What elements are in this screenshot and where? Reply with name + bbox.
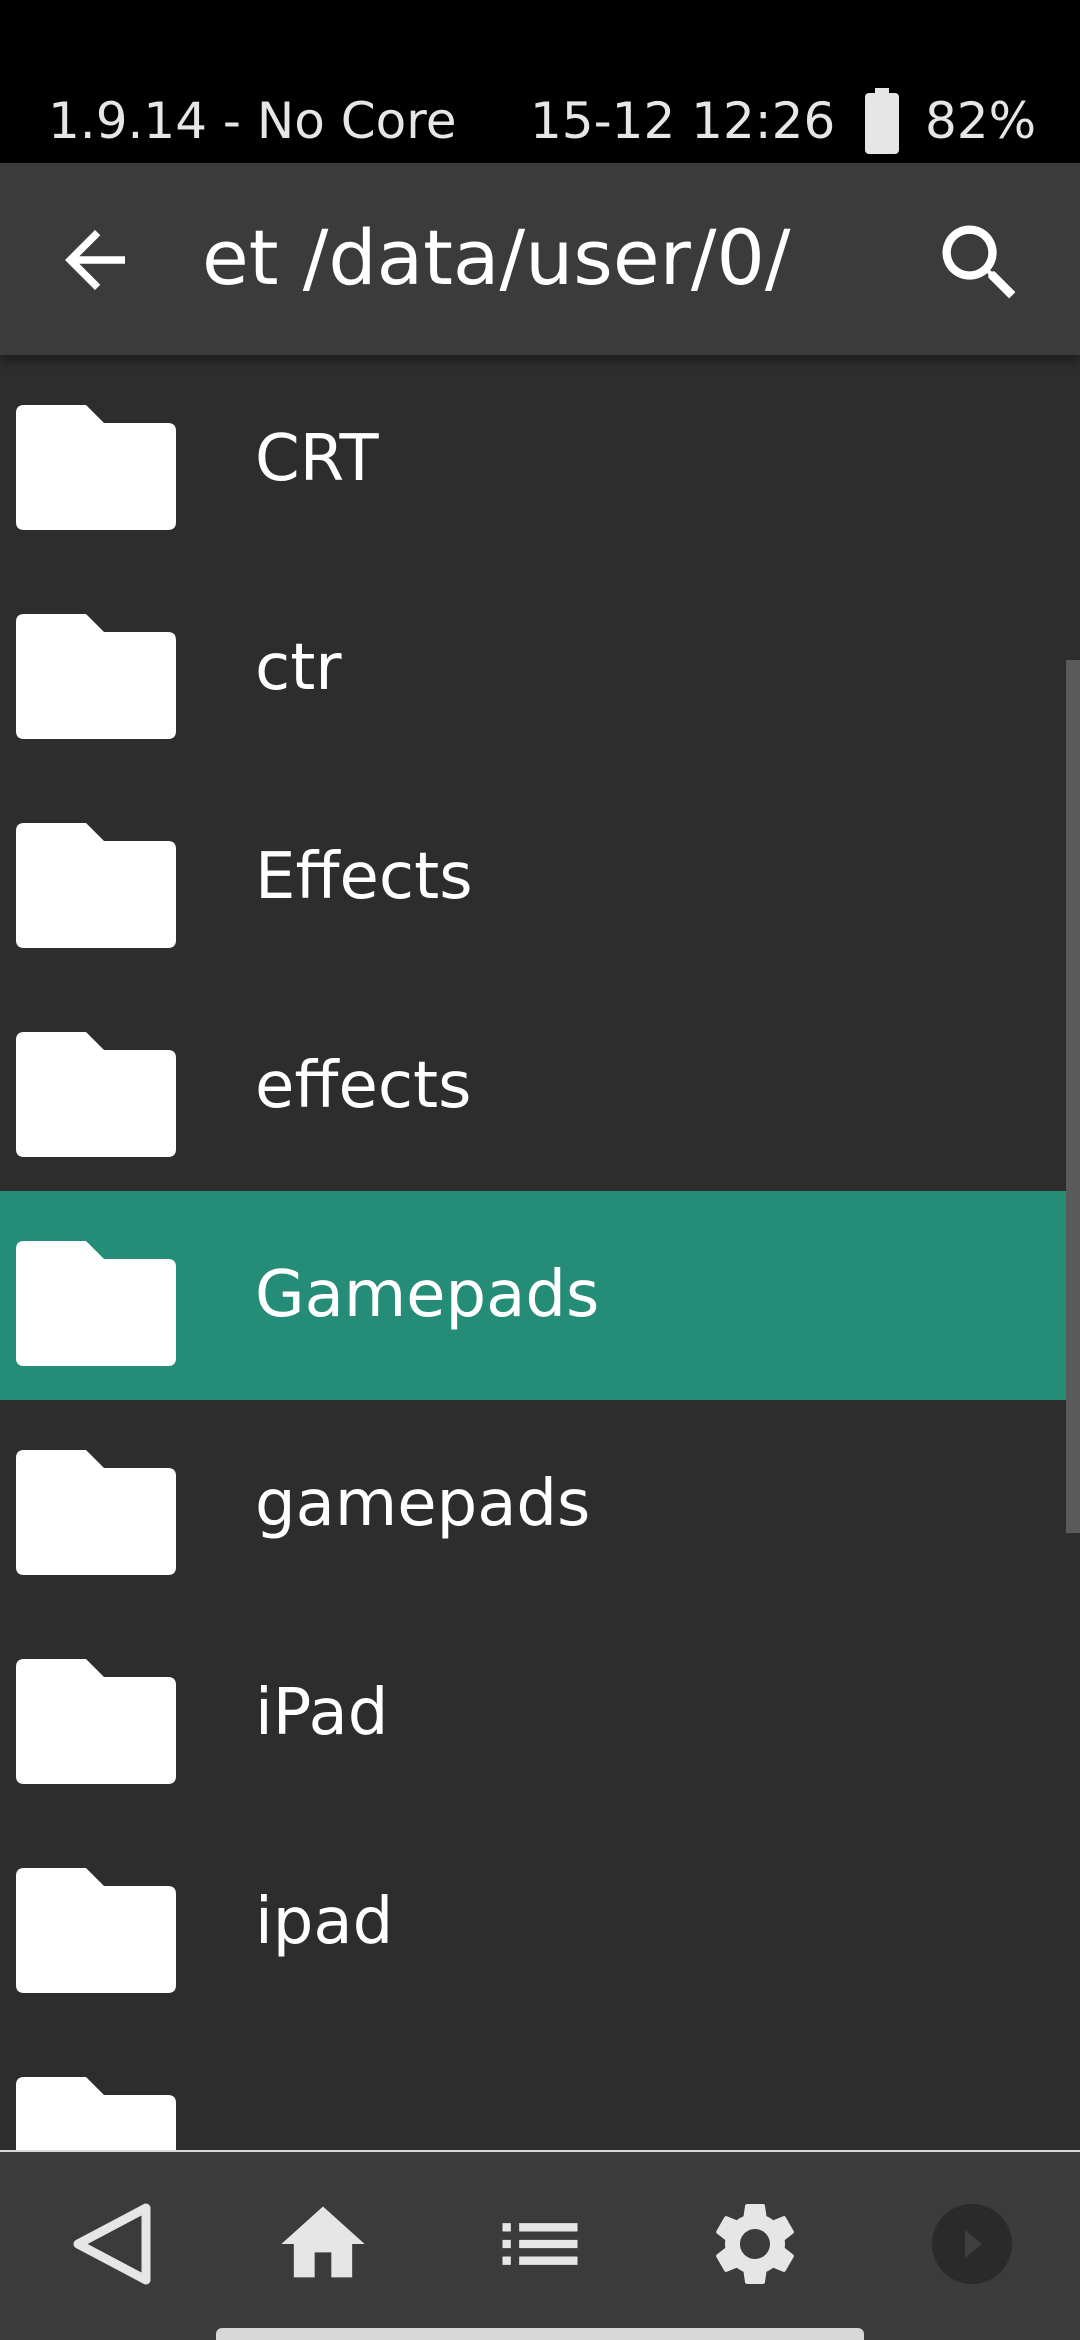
folder-icon xyxy=(16,1241,176,1366)
list-item-partial-bottom[interactable] xyxy=(0,2027,1066,2150)
folder-icon xyxy=(16,1450,176,1575)
folder-icon xyxy=(16,1868,176,1993)
list-item-label: ipad xyxy=(255,1885,394,1959)
list-item-label: Gamepads xyxy=(255,1258,600,1332)
list-item-ipad-lower[interactable]: ipad xyxy=(0,1818,1066,2027)
folder-icon xyxy=(16,1032,176,1157)
list-item-label: iPad xyxy=(255,1676,389,1750)
search-icon[interactable] xyxy=(930,213,1030,313)
status-battery-level: 82% xyxy=(925,92,1037,150)
list-item-gamepads-lower[interactable]: gamepads xyxy=(0,1400,1066,1609)
scrollbar[interactable] xyxy=(1066,660,1080,1533)
list-item-crt[interactable]: CRT xyxy=(0,355,1066,564)
battery-icon xyxy=(865,88,899,154)
list-item-label: CRT xyxy=(255,422,379,496)
folder-icon xyxy=(16,614,176,739)
path-title: et /data/user/0/ xyxy=(202,213,791,302)
list-item-ipad-upper[interactable]: iPad xyxy=(0,1609,1066,1818)
toolbar: et /data/user/0/ xyxy=(0,163,1080,355)
list-item-label: Effects xyxy=(255,840,473,914)
list-item-gamepads-selected[interactable]: Gamepads xyxy=(0,1191,1066,1400)
play-icon[interactable] xyxy=(922,2194,1022,2294)
list-icon[interactable] xyxy=(490,2194,590,2294)
screen: 1.9.14 - No Core 15-12 12:26 82% et /dat… xyxy=(0,0,1080,2340)
gear-icon[interactable] xyxy=(705,2194,805,2294)
status-time: 15-12 12:26 xyxy=(530,92,836,150)
folder-icon xyxy=(16,2077,176,2150)
home-indicator[interactable] xyxy=(216,2328,864,2340)
list-item-effects-upper[interactable]: Effects xyxy=(0,773,1066,982)
list-item-ctr[interactable]: ctr xyxy=(0,564,1066,773)
list-item-label: effects xyxy=(255,1049,472,1123)
folder-icon xyxy=(16,405,176,530)
folder-icon xyxy=(16,823,176,948)
home-icon[interactable] xyxy=(273,2194,373,2294)
status-app-version: 1.9.14 - No Core xyxy=(48,92,457,150)
list-item-label: gamepads xyxy=(255,1467,591,1541)
status-bar: 1.9.14 - No Core 15-12 12:26 82% xyxy=(0,0,1080,163)
file-list: CRT ctr Effects effects Gamepads gamepad… xyxy=(0,355,1080,2150)
bottom-nav-bar xyxy=(0,2150,1080,2340)
folder-icon xyxy=(16,1659,176,1784)
back-triangle-icon[interactable] xyxy=(62,2194,162,2294)
list-item-effects-lower[interactable]: effects xyxy=(0,982,1066,1191)
arrow-left-icon[interactable] xyxy=(50,215,140,305)
list-item-label: ctr xyxy=(255,631,342,705)
